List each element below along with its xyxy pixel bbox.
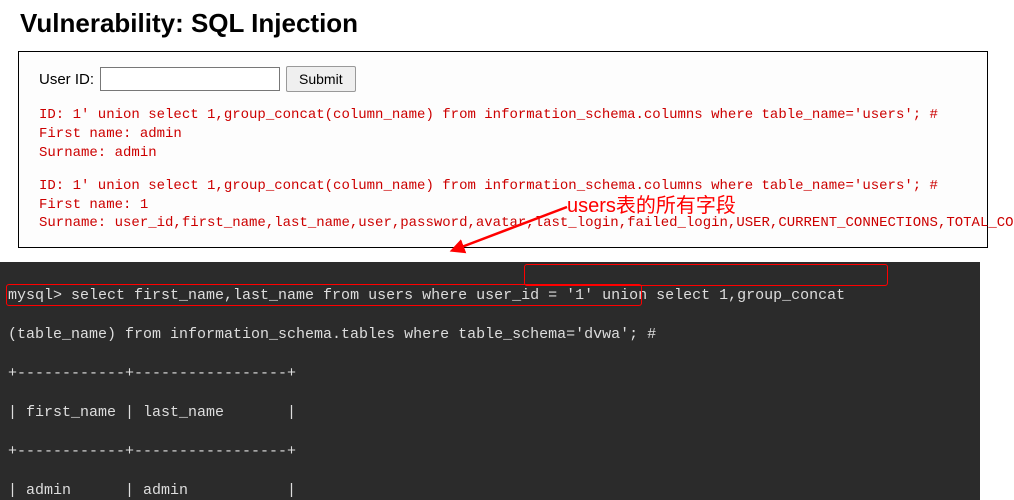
terminal-area: mysql> select first_name,last_name from … xyxy=(0,262,1014,500)
result-first-name: First name: admin xyxy=(39,125,971,144)
user-id-form: User ID: Submit xyxy=(39,66,971,92)
user-id-label: User ID: xyxy=(39,71,94,88)
result-surname: Surname: admin xyxy=(39,144,971,163)
result-id-line: ID: 1' union select 1,group_concat(colum… xyxy=(39,177,971,196)
result-surname: Surname: user_id,first_name,last_name,us… xyxy=(39,214,971,233)
terminal-query-line1: select first_name,last_name from users w… xyxy=(62,287,845,304)
result-block-1: ID: 1' union select 1,group_concat(colum… xyxy=(39,106,971,233)
result-first-name: First name: 1 xyxy=(39,196,971,215)
annotation-label: users表的所有字段 xyxy=(567,189,736,218)
terminal-prompt: mysql> xyxy=(8,287,62,304)
submit-button[interactable]: Submit xyxy=(286,66,356,92)
result-id-line: ID: 1' union select 1,group_concat(colum… xyxy=(39,106,971,125)
terminal-table-row: | admin | admin | xyxy=(0,481,980,500)
page-title: Vulnerability: SQL Injection xyxy=(20,8,1014,39)
terminal-table-border: +------------+-----------------+ xyxy=(0,442,980,462)
terminal-table-border: +------------+-----------------+ xyxy=(0,364,980,384)
terminal-table-header: | first_name | last_name | xyxy=(0,403,980,423)
user-id-input[interactable] xyxy=(100,67,280,91)
vulnerability-panel: User ID: Submit ID: 1' union select 1,gr… xyxy=(18,51,988,248)
terminal-query-line2: (table_name) from information_schema.tab… xyxy=(0,325,980,345)
mysql-terminal: mysql> select first_name,last_name from … xyxy=(0,262,980,500)
